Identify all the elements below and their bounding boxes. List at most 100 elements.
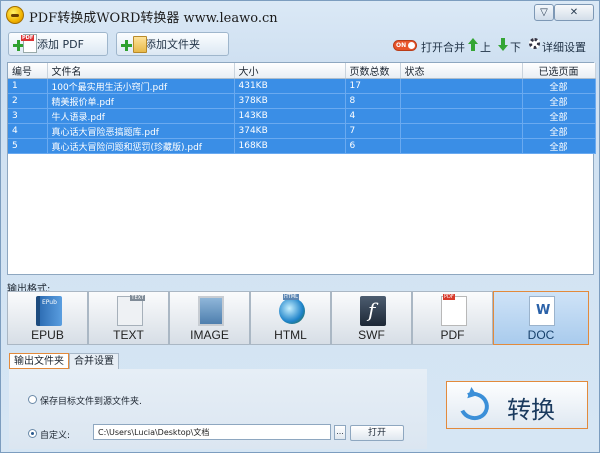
swf-flash-icon [360,296,386,326]
close-icon: ✕ [569,7,579,18]
cell-size: 374KB [234,123,346,139]
open-folder-button[interactable]: 打开 [350,425,404,441]
plus-icon [121,40,132,51]
cell-size: 378KB [234,93,346,109]
format-pdf[interactable]: PDF [412,291,493,345]
html-globe-icon [279,294,305,324]
cell-status [400,108,523,124]
move-up-button[interactable]: 上 [480,39,491,55]
gear-icon[interactable] [529,38,540,49]
cell-selected-pages[interactable]: 全部 [522,123,596,139]
output-tabs: 输出文件夹 合并设置 [9,353,119,369]
cell-filename: 牛人语录.pdf [47,108,235,124]
col-header-index[interactable]: 编号 [8,63,48,79]
cell-selected-pages[interactable]: 全部 [522,108,596,124]
table-row[interactable]: 4 真心话大冒险恶搞题库.pdf 374KB 7 全部 [8,123,596,139]
tab-output-folder[interactable]: 输出文件夹 [9,353,69,369]
cell-index: 2 [8,93,48,109]
minimize-button[interactable]: ▽ [534,4,554,21]
format-image[interactable]: IMAGE [169,291,250,345]
close-button[interactable]: ✕ [554,4,594,21]
format-html[interactable]: HTML [250,291,331,345]
cell-status [400,123,523,139]
cell-index: 3 [8,108,48,124]
format-label: HTML [274,328,307,342]
convert-button[interactable]: 转换 [446,381,588,429]
custom-path-radio[interactable] [28,429,37,438]
format-swf[interactable]: SWF [331,291,412,345]
format-label: TEXT [113,328,144,342]
format-label: DOC [527,328,555,342]
toggle-text: ON [396,42,407,49]
tab-merge-settings[interactable]: 合并设置 [69,353,119,369]
col-header-size[interactable]: 大小 [234,63,346,79]
image-icon [198,296,224,326]
table-row[interactable]: 2 精美报价单.pdf 378KB 8 全部 [8,93,596,109]
pdf-icon [441,294,467,326]
keep-source-label[interactable]: 保存目标文件到源文件夹. [40,394,142,407]
cell-status [400,138,523,154]
output-path-input[interactable] [93,424,331,440]
cell-pages: 17 [345,78,401,94]
cell-index: 5 [8,138,48,154]
cell-filename: 精美报价单.pdf [47,93,235,109]
merge-label[interactable]: 打开合并 [421,39,465,55]
format-label: PDF [440,328,465,342]
pdf-file-icon [21,34,37,53]
keep-source-radio[interactable] [28,395,37,404]
format-doc[interactable]: DOC [493,291,589,345]
file-table[interactable]: 编号 文件名 大小 页数总数 状态 已选页面 1 100个最实用生活小窍门.pd… [7,62,596,275]
detailed-settings-button[interactable]: 详细设置 [542,39,586,55]
cell-filename: 真心话大冒险恶搞题库.pdf [47,123,235,139]
cell-selected-pages[interactable]: 全部 [522,93,596,109]
add-pdf-button[interactable]: 添加 PDF [8,32,108,56]
format-label: EPUB [31,328,64,342]
app-window: PDF转换成WORD转换器 www.leawo.cn ▽ ✕ 添加 PDF 添加… [0,0,600,453]
col-header-pages[interactable]: 页数总数 [345,63,401,79]
cell-pages: 4 [345,108,401,124]
browse-button[interactable]: ... [334,425,346,440]
format-epub[interactable]: EPUB [7,291,88,345]
format-text[interactable]: TEXT [88,291,169,345]
app-logo-icon [6,6,24,24]
table-header-row: 编号 文件名 大小 页数总数 状态 已选页面 [8,63,596,79]
merge-toggle[interactable]: ON [393,40,417,51]
format-bar: EPUB TEXT IMAGE HTML SWF PDF DOC [7,291,594,345]
refresh-arrow-icon [455,387,493,425]
table-row[interactable]: 3 牛人语录.pdf 143KB 4 全部 [8,108,596,124]
cell-status [400,93,523,109]
arrow-down-icon[interactable] [498,38,508,51]
table-row[interactable]: 1 100个最实用生活小窍门.pdf 431KB 17 全部 [8,78,596,94]
col-header-selected-pages[interactable]: 已选页面 [522,63,596,79]
cell-pages: 6 [345,138,401,154]
folder-icon [133,36,147,53]
window-title: PDF转换成WORD转换器 www.leawo.cn [29,11,278,26]
cell-status [400,78,523,94]
col-header-status[interactable]: 状态 [400,63,523,79]
epub-icon [36,296,62,326]
word-doc-icon [529,296,555,326]
add-folder-label: 添加文件夹 [145,38,200,51]
cell-pages: 8 [345,93,401,109]
format-label: SWF [358,328,385,342]
col-header-filename[interactable]: 文件名 [47,63,235,79]
cell-size: 168KB [234,138,346,154]
move-down-button[interactable]: 下 [510,39,521,55]
add-pdf-label: 添加 PDF [37,38,84,51]
cell-pages: 7 [345,123,401,139]
title-bar: PDF转换成WORD转换器 www.leawo.cn ▽ ✕ [1,1,599,29]
format-label: IMAGE [190,328,229,342]
text-icon [117,295,145,326]
cell-selected-pages[interactable]: 全部 [522,138,596,154]
cell-selected-pages[interactable]: 全部 [522,78,596,94]
output-settings-panel: 保存目标文件到源文件夹. 自定义: ... 打开 [9,369,427,449]
custom-path-label[interactable]: 自定义: [40,428,70,441]
chevron-down-icon: ▽ [540,7,548,18]
cell-filename: 真心话大冒险问题和惩罚(珍藏版).pdf [47,138,235,154]
table-row[interactable]: 5 真心话大冒险问题和惩罚(珍藏版).pdf 168KB 6 全部 [8,138,596,154]
cell-filename: 100个最实用生活小窍门.pdf [47,78,235,94]
cell-index: 1 [8,78,48,94]
add-folder-button[interactable]: 添加文件夹 [116,32,229,56]
arrow-up-icon[interactable] [468,38,478,51]
cell-size: 143KB [234,108,346,124]
